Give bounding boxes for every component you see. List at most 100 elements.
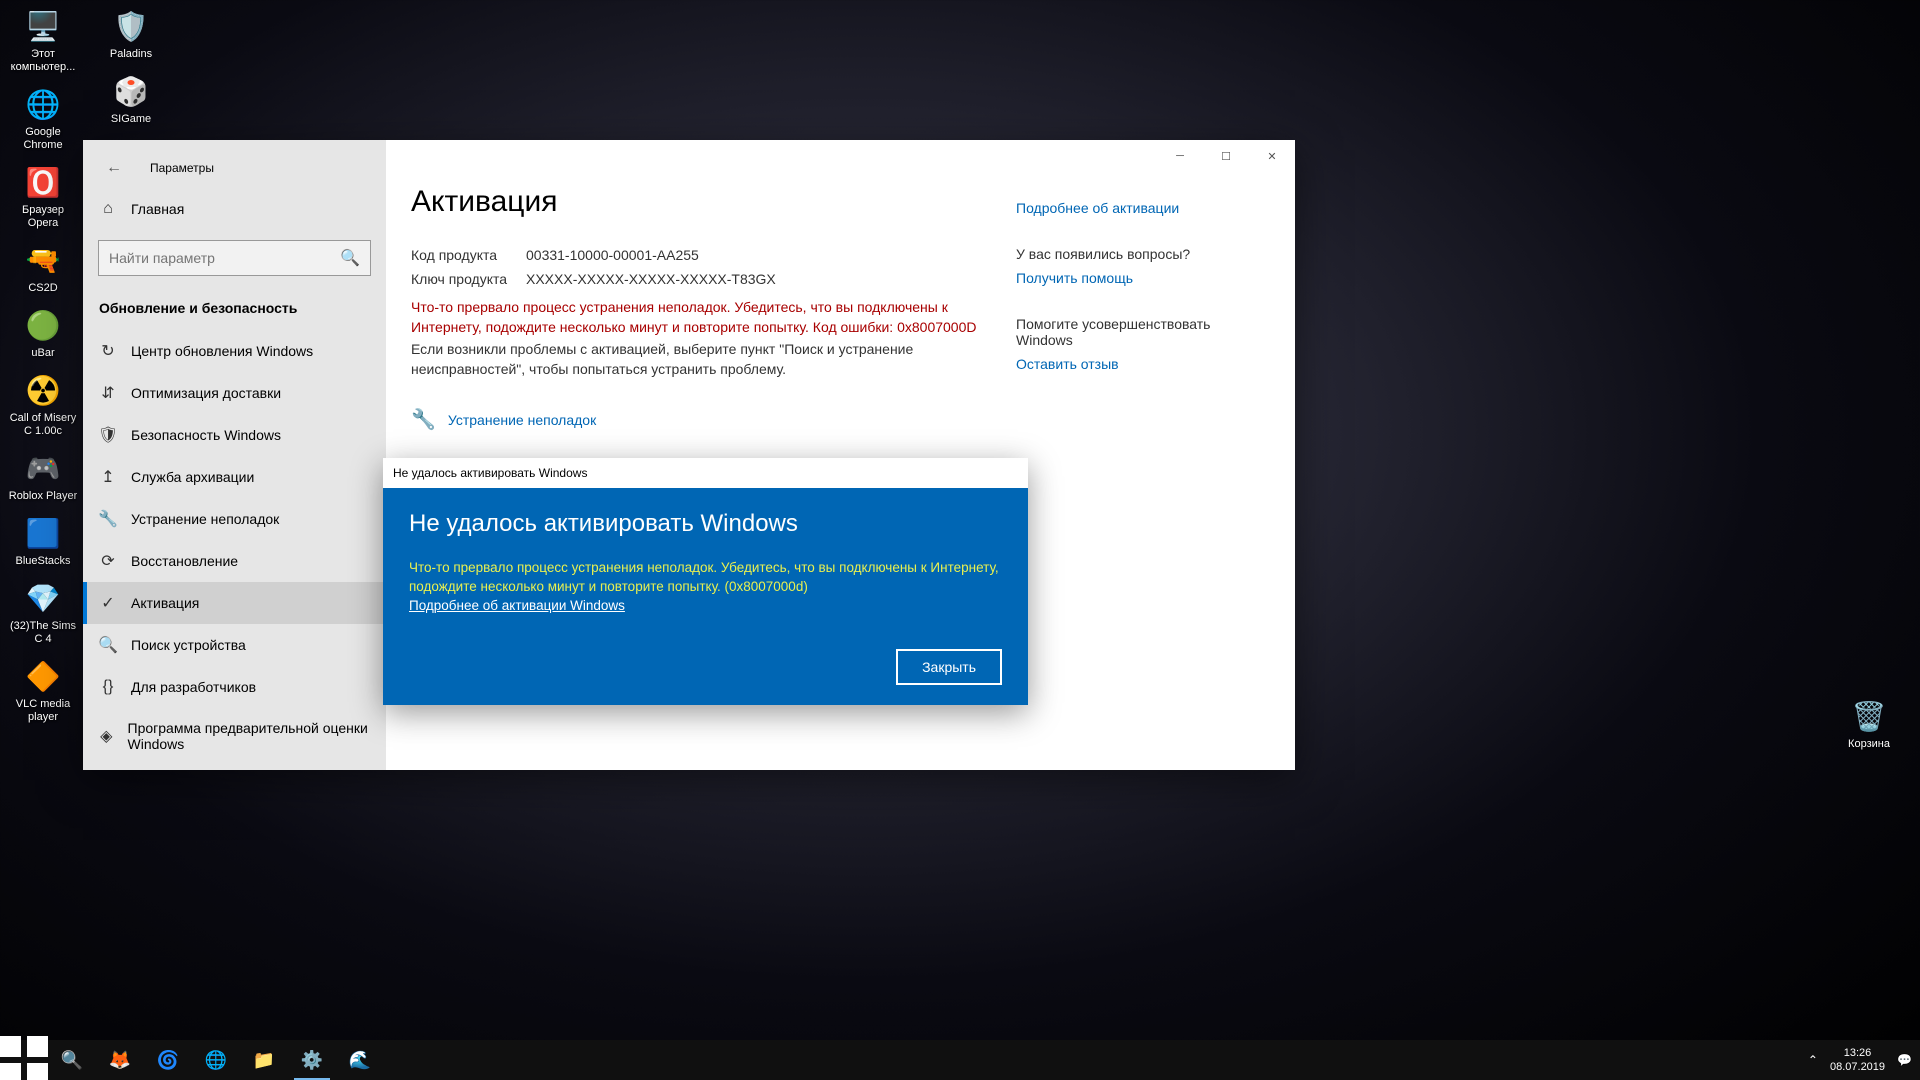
desktop-icon-label: Этот компьютер...	[6, 48, 80, 74]
feedback-link[interactable]: Оставить отзыв	[1016, 356, 1231, 372]
nav-home[interactable]: ⌂ Главная	[83, 188, 386, 230]
sidebar-item-label: Служба архивации	[131, 469, 254, 485]
improve-label: Помогите усовершенствовать Windows	[1016, 316, 1231, 348]
maximize-button[interactable]: ☐	[1203, 140, 1249, 172]
dialog-learn-more-link[interactable]: Подробнее об активации Windows	[409, 598, 625, 613]
search-input[interactable]	[109, 250, 340, 266]
sidebar-item[interactable]: ◈Программа предварительной оценки Window…	[83, 708, 386, 764]
nav-icon: ↥	[99, 468, 117, 486]
error-text: Что-то прервало процесс устранения непол…	[411, 297, 981, 337]
system-tray[interactable]: ⌃ 13:26 08.07.2019 💬	[1808, 1046, 1920, 1074]
troubleshoot-label: Устранение неполадок	[448, 412, 596, 428]
tray-date: 08.07.2019	[1830, 1060, 1885, 1074]
sidebar-item[interactable]: {}Для разработчиков	[83, 666, 386, 708]
desktop-icon[interactable]: Браузер Opera	[4, 160, 82, 232]
dialog-body: Не удалось активировать Windows Что-то п…	[383, 488, 1028, 705]
category-label: Обновление и безопасность	[83, 286, 386, 330]
search-button[interactable]: 🔍	[48, 1040, 96, 1080]
dialog-caption: Не удалось активировать Windows	[383, 458, 1028, 488]
search-icon: 🔍	[340, 248, 360, 268]
learn-more-link[interactable]: Подробнее об активации	[1016, 200, 1231, 216]
nav-icon: {}	[99, 678, 117, 696]
nav-icon: 🔧	[99, 510, 117, 528]
ico-vlc	[23, 656, 63, 696]
ico-paladins	[111, 6, 151, 46]
taskbar-app-edge[interactable]: 🌊	[336, 1040, 384, 1080]
ico-roblox	[23, 448, 63, 488]
page-title: Активация	[411, 185, 981, 219]
ico-ubar	[23, 305, 63, 345]
desktop-icon-label: Браузер Opera	[6, 204, 80, 230]
get-help-link[interactable]: Получить помощь	[1016, 270, 1231, 286]
desktop-icon[interactable]: Paladins	[92, 4, 170, 63]
back-button[interactable]: ←	[98, 155, 130, 181]
nav-icon: ⟳	[99, 552, 117, 570]
sidebar-item[interactable]: ⇵Оптимизация доставки	[83, 372, 386, 414]
questions-label: У вас появились вопросы?	[1016, 246, 1231, 262]
sidebar-item[interactable]: ↥ Служба архивации	[83, 456, 386, 498]
sidebar-item-label: Восстановление	[131, 553, 238, 569]
desktop-icon-label: CS2D	[28, 282, 57, 295]
notifications-icon[interactable]: 💬	[1897, 1053, 1912, 1067]
desktop-icon[interactable]: Google Chrome	[4, 82, 82, 154]
taskbar-app-settings[interactable]: ⚙️	[288, 1040, 336, 1080]
start-button[interactable]	[0, 1040, 48, 1080]
taskbar-app-firefox[interactable]: 🦊	[96, 1040, 144, 1080]
taskbar-app-explorer[interactable]: 📁	[240, 1040, 288, 1080]
minimize-button[interactable]: ─	[1157, 140, 1203, 172]
sidebar-item[interactable]: ↻ Центр обновления Windows	[83, 330, 386, 372]
ico-si	[111, 71, 151, 111]
settings-titlebar: ← Параметры	[83, 148, 386, 188]
help-text: Если возникли проблемы с активацией, выб…	[411, 339, 981, 379]
sidebar-item[interactable]: ⟳ Восстановление	[83, 540, 386, 582]
desktop-icon[interactable]: (32)The Sims C 4	[4, 576, 82, 648]
desktop-icon-label: (32)The Sims C 4	[6, 620, 80, 646]
tray-chevron-up-icon[interactable]: ⌃	[1808, 1053, 1818, 1067]
sidebar-item[interactable]: ✓Активация	[83, 582, 386, 624]
product-code-label: Код продукта	[411, 247, 526, 263]
nav-list: ↻ Центр обновления Windows ⇵Оптимизация до…	[83, 330, 386, 764]
dialog-actions: Закрыть	[409, 649, 1002, 685]
activation-dialog: Не удалось активировать Windows Не удало…	[383, 458, 1028, 705]
desktop-icon-label: Roblox Player	[9, 490, 77, 503]
dialog-message: Что-то прервало процесс устранения непол…	[409, 558, 1002, 596]
nav-icon: 🛡	[99, 426, 117, 444]
desktop-icon[interactable]: VLC media player	[4, 654, 82, 726]
taskbar-app-blizzard[interactable]: 🌀	[144, 1040, 192, 1080]
sidebar-item-label: Безопасность Windows	[131, 427, 281, 443]
ico-pc	[23, 6, 63, 46]
desktop-icon[interactable]: BlueStacks	[4, 511, 82, 570]
sidebar-item[interactable]: 🔍Поиск устройства	[83, 624, 386, 666]
sidebar-item[interactable]: 🔧Устранение неполадок	[83, 498, 386, 540]
sidebar-item[interactable]: 🛡 Безопасность Windows	[83, 414, 386, 456]
desktop-icon-label: BlueStacks	[15, 555, 70, 568]
ico-sims	[23, 578, 63, 618]
desktop-icon-trash[interactable]: Корзина	[1830, 694, 1908, 753]
taskbar-app-chrome[interactable]: 🌐	[192, 1040, 240, 1080]
desktop-icon[interactable]: Этот компьютер...	[4, 4, 82, 76]
nav-home-label: Главная	[131, 201, 184, 217]
desktop-icon[interactable]: CS2D	[4, 238, 82, 297]
windows-icon	[0, 1036, 48, 1080]
nav-icon: ✓	[99, 594, 117, 612]
desktop-icon[interactable]: uBar	[4, 303, 82, 362]
tray-clock[interactable]: 13:26 08.07.2019	[1830, 1046, 1885, 1074]
sidebar-item-label: Центр обновления Windows	[131, 343, 313, 359]
trash-icon	[1849, 696, 1889, 736]
desktop-icon[interactable]: SIGame	[92, 69, 170, 128]
dialog-title: Не удалось активировать Windows	[409, 510, 1002, 538]
desktop-icon[interactable]: Call of Misery C 1.00c	[4, 368, 82, 440]
desktop-icon-label: SIGame	[111, 113, 151, 126]
trash-label: Корзина	[1848, 738, 1890, 751]
dialog-close-button[interactable]: Закрыть	[896, 649, 1002, 685]
close-button[interactable]: ✕	[1249, 140, 1295, 172]
sidebar-item-label: Поиск устройства	[131, 637, 246, 653]
desktop-icon[interactable]: Roblox Player	[4, 446, 82, 505]
desktop-icon-label: Call of Misery C 1.00c	[6, 412, 80, 438]
troubleshoot-link[interactable]: 🔧 Устранение неполадок	[411, 407, 981, 432]
desktop-icon-label: uBar	[31, 347, 54, 360]
search-box[interactable]: 🔍	[98, 240, 371, 276]
nav-icon: ↻	[99, 342, 117, 360]
nav-icon: ⇵	[99, 384, 117, 402]
window-controls: ─ ☐ ✕	[1157, 140, 1295, 172]
